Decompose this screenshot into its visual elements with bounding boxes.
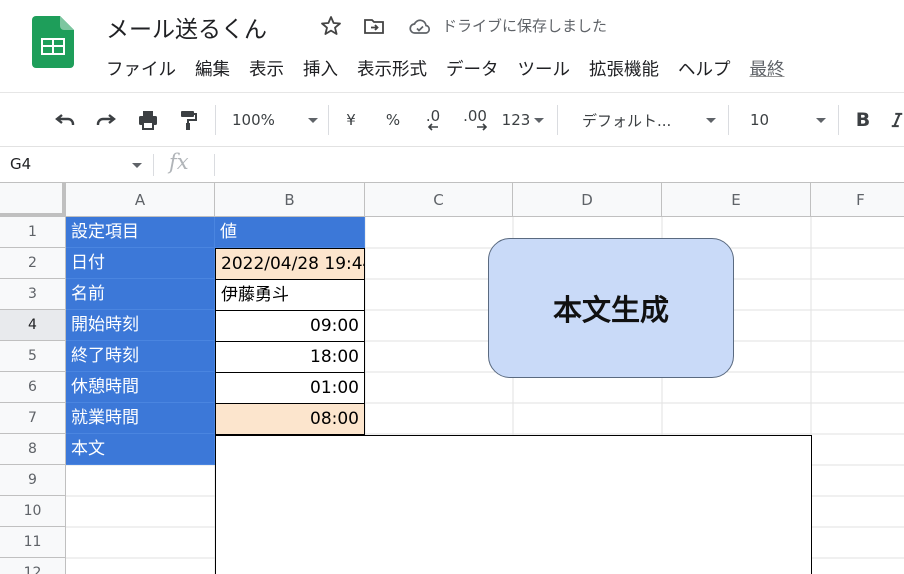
zoom-select[interactable]: 100% xyxy=(232,107,318,133)
paint-format-icon xyxy=(181,111,197,130)
chevron-down-icon xyxy=(706,117,716,123)
increase-decimal-button[interactable]: .00 xyxy=(458,107,492,133)
toolbar-divider xyxy=(328,105,329,135)
arrow-right-icon xyxy=(477,123,488,131)
sheets-logo-icon[interactable] xyxy=(32,16,74,68)
font-size-value: 10 xyxy=(750,111,770,129)
font-family-value: デフォルト... xyxy=(582,111,672,130)
menu-edit[interactable]: 編集 xyxy=(195,56,237,84)
menu-insert[interactable]: 挿入 xyxy=(303,56,345,84)
menu-extensions[interactable]: 拡張機能 xyxy=(589,56,666,84)
bold-button[interactable]: B xyxy=(852,107,874,133)
cell-a7[interactable]: 就業時間 xyxy=(66,403,215,434)
cell-a4[interactable]: 開始時刻 xyxy=(66,310,215,341)
italic-icon xyxy=(891,112,903,128)
star-icon[interactable] xyxy=(319,14,343,38)
cell-a6[interactable]: 休憩時間 xyxy=(66,372,215,403)
header: メール送るくん ドライブに保存しました ファイル 編集 表示 挿入 表示形式 デ… xyxy=(0,0,904,92)
menu-help[interactable]: ヘルプ xyxy=(678,56,738,84)
row-header-3[interactable]: 3 xyxy=(0,279,66,310)
move-folder-icon[interactable] xyxy=(362,14,386,38)
menu-data[interactable]: データ xyxy=(446,56,506,84)
print-button[interactable] xyxy=(133,107,163,133)
chevron-down-icon xyxy=(308,117,318,123)
row-header-2[interactable]: 2 xyxy=(0,248,66,279)
row-header-11[interactable]: 11 xyxy=(0,527,66,558)
menu-view[interactable]: 表示 xyxy=(249,56,291,84)
column-header-d[interactable]: D xyxy=(513,183,662,217)
number-format-select[interactable]: 123 xyxy=(500,107,546,133)
currency-format-button[interactable]: ¥ xyxy=(340,107,362,133)
undo-icon xyxy=(55,114,75,125)
cell-b5[interactable]: 18:00 xyxy=(215,341,365,373)
column-header-a[interactable]: A xyxy=(66,183,215,217)
cell-b3[interactable]: 伊藤勇斗 xyxy=(215,279,365,311)
last-edit-link[interactable]: 最終 xyxy=(750,56,792,84)
toolbar-divider xyxy=(557,105,558,135)
italic-button[interactable] xyxy=(890,107,904,133)
toolbar: 100% ¥ % .0 .00 123 デフォルト... 10 B xyxy=(0,92,904,146)
generate-body-button[interactable]: 本文生成 xyxy=(488,238,734,378)
cell-b4[interactable]: 09:00 xyxy=(215,310,365,342)
row-header-8[interactable]: 8 xyxy=(0,434,66,465)
print-icon xyxy=(139,111,157,130)
row-header-7[interactable]: 7 xyxy=(0,403,66,434)
cell-b6[interactable]: 01:00 xyxy=(215,372,365,404)
number-format-label: 123 xyxy=(501,111,531,129)
arrow-left-icon xyxy=(427,123,438,131)
column-header-f[interactable]: F xyxy=(811,183,904,217)
cell-a5[interactable]: 終了時刻 xyxy=(66,341,215,372)
chevron-down-icon xyxy=(816,117,826,123)
formula-bar: G4 fx xyxy=(0,146,904,182)
column-header-b[interactable]: B xyxy=(215,183,365,217)
toolbar-divider xyxy=(728,105,729,135)
redo-icon xyxy=(96,114,116,125)
name-box[interactable]: G4 xyxy=(10,155,31,173)
menu-bar: ファイル 編集 表示 挿入 表示形式 データ ツール 拡張機能 ヘルプ 最終 xyxy=(106,56,792,84)
toolbar-divider xyxy=(838,105,839,135)
font-size-select[interactable]: 10 xyxy=(750,107,826,133)
row-header-12[interactable]: 12 xyxy=(0,558,66,574)
cell-a3[interactable]: 名前 xyxy=(66,279,215,310)
font-family-select[interactable]: デフォルト... xyxy=(582,107,716,133)
chevron-down-icon xyxy=(534,117,545,123)
row-header-9[interactable]: 9 xyxy=(0,465,66,496)
row-header-5[interactable]: 5 xyxy=(0,341,66,372)
menu-tools[interactable]: ツール xyxy=(518,56,578,84)
decrease-decimal-label: .0 xyxy=(425,107,441,125)
body-text-cell[interactable] xyxy=(215,435,812,574)
cell-b7[interactable]: 08:00 xyxy=(215,403,365,435)
row-header-6[interactable]: 6 xyxy=(0,372,66,403)
cell-b1[interactable]: 値 xyxy=(215,217,365,248)
redo-button[interactable] xyxy=(91,107,121,133)
select-all-corner[interactable] xyxy=(0,183,66,217)
cell-b2[interactable]: 2022/04/28 19:44 xyxy=(215,248,365,280)
zoom-value: 100% xyxy=(232,111,275,129)
row-header-4[interactable]: 4 xyxy=(0,310,66,341)
column-header-c[interactable]: C xyxy=(365,183,513,217)
decrease-decimal-button[interactable]: .0 xyxy=(420,107,446,133)
menu-file[interactable]: ファイル xyxy=(106,56,183,84)
increase-decimal-label: .00 xyxy=(463,107,487,125)
cell-a1[interactable]: 設定項目 xyxy=(66,217,215,248)
cell-a8[interactable]: 本文 xyxy=(66,434,215,465)
row-header-1[interactable]: 1 xyxy=(0,217,66,248)
fx-icon: fx xyxy=(169,150,189,174)
menu-format[interactable]: 表示形式 xyxy=(357,56,434,84)
undo-button[interactable] xyxy=(50,107,80,133)
paint-format-button[interactable] xyxy=(173,107,203,133)
spreadsheet-grid[interactable]: A B C D E F 1 2 3 4 5 6 7 8 9 10 11 12 設… xyxy=(0,182,904,574)
percent-format-button[interactable]: % xyxy=(382,107,404,133)
formula-divider xyxy=(214,154,215,176)
row-header-10[interactable]: 10 xyxy=(0,496,66,527)
cell-a2[interactable]: 日付 xyxy=(66,248,215,279)
formula-input[interactable] xyxy=(226,155,896,177)
formula-divider xyxy=(153,154,154,176)
column-header-e[interactable]: E xyxy=(662,183,811,217)
cloud-saved-icon[interactable] xyxy=(408,15,432,39)
toolbar-divider xyxy=(215,105,216,135)
document-title[interactable]: メール送るくん xyxy=(106,10,267,44)
chevron-down-icon[interactable] xyxy=(132,163,142,168)
save-status[interactable]: ドライブに保存しました xyxy=(442,15,607,36)
